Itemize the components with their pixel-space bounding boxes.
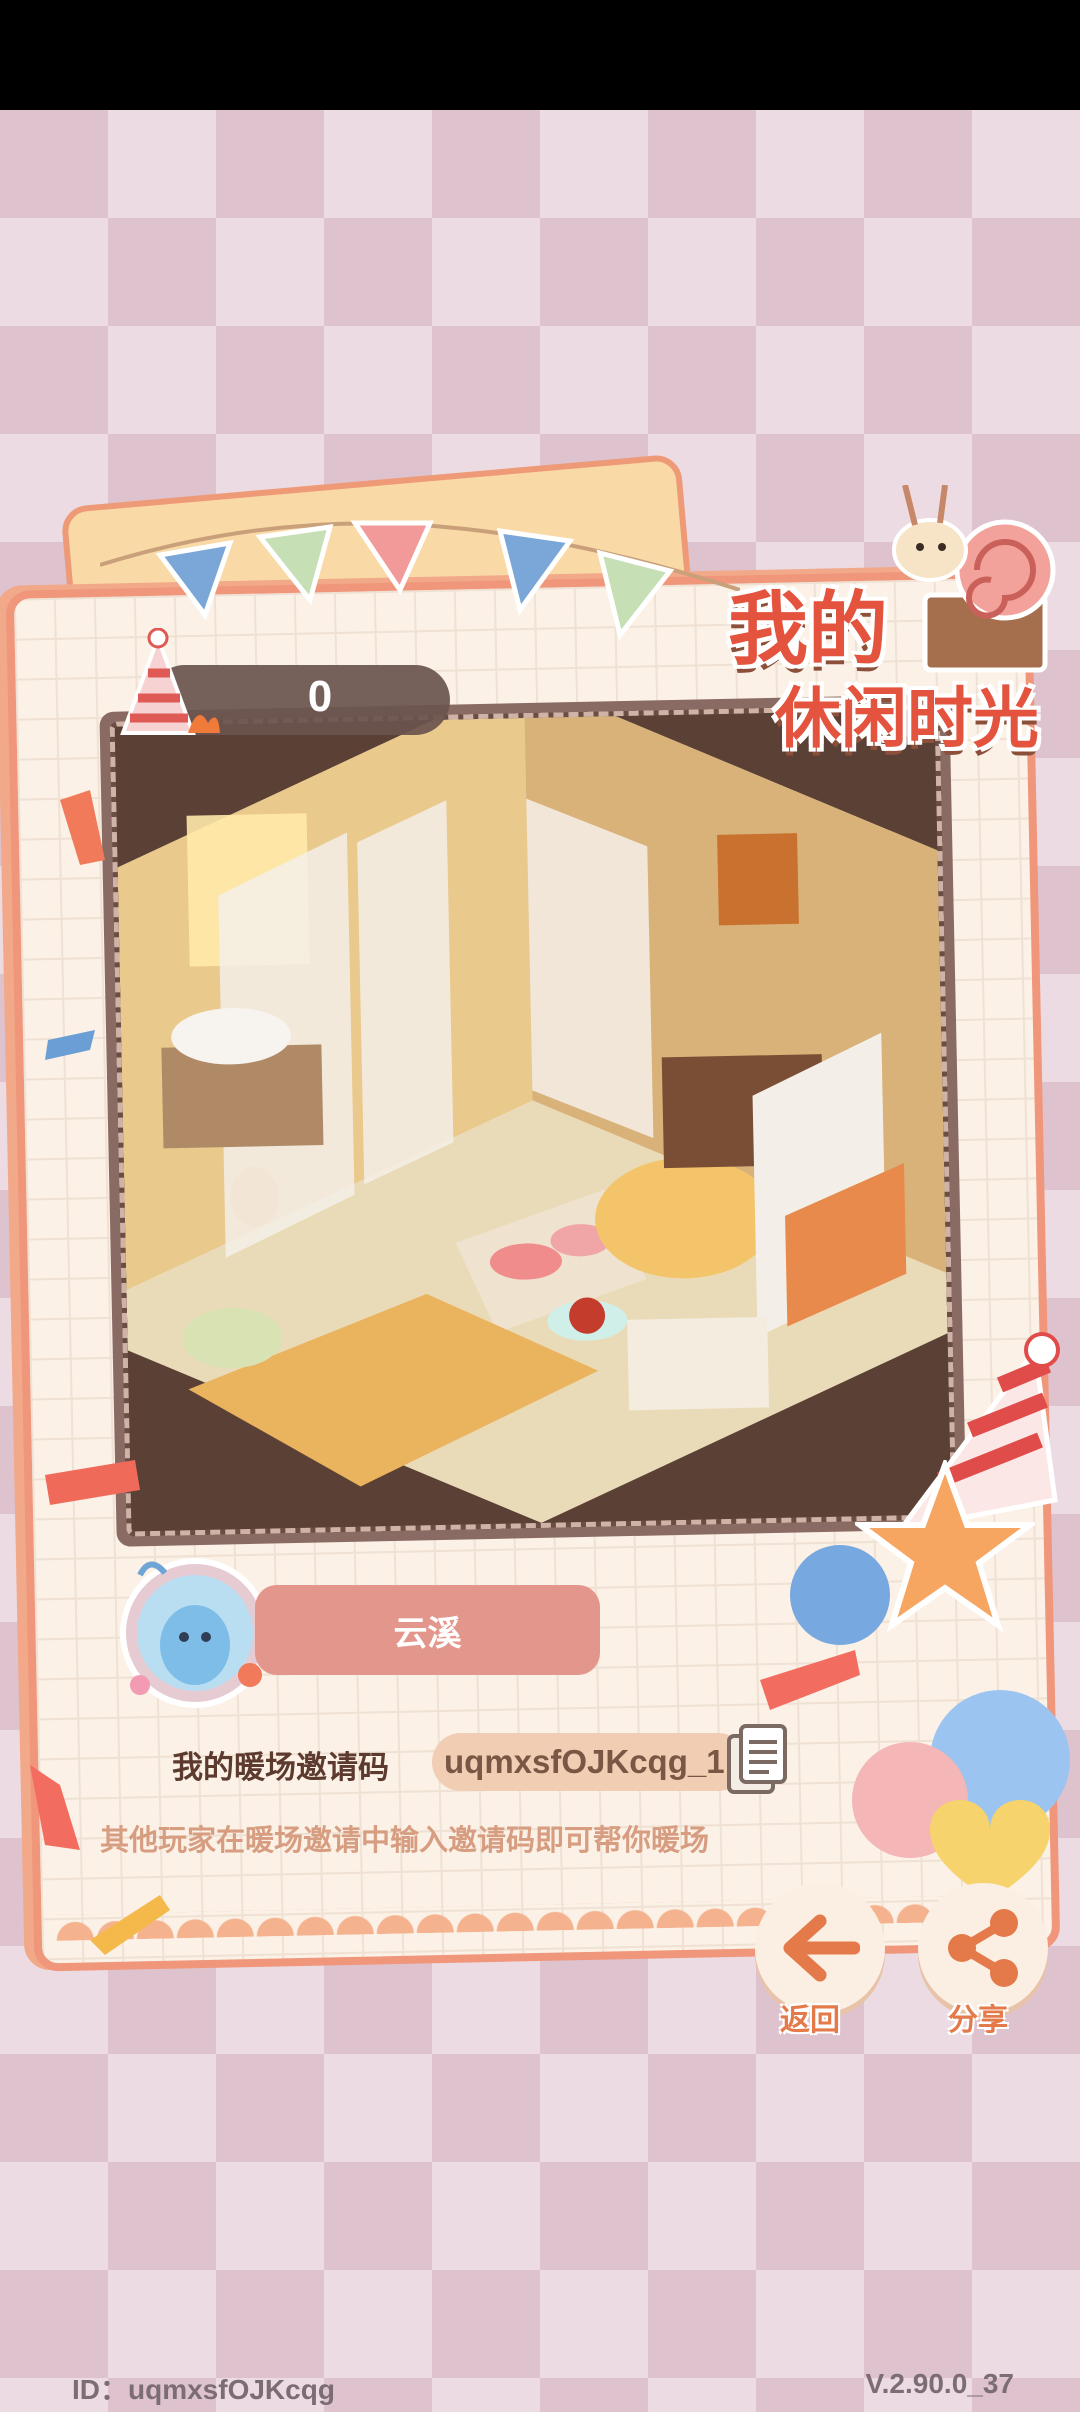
- confetti-piece: [760, 1650, 860, 1710]
- confetti-piece: [45, 1030, 95, 1060]
- player-name: 云溪: [255, 1585, 600, 1675]
- invite-code-label: 我的暖场邀请码: [172, 1750, 389, 1786]
- confetti-piece: [30, 1765, 80, 1850]
- confetti-piece: [45, 1460, 140, 1505]
- room-preview-frame: [99, 694, 967, 1547]
- logo-title-line1: 我的: [728, 585, 888, 674]
- share-icon: [948, 1909, 1018, 1987]
- player-id-text: ID：uqmxsfOJKcqg: [72, 2374, 335, 2405]
- party-hat-icon: [120, 628, 220, 735]
- back-button-label: 返回: [780, 2003, 840, 2038]
- share-button-label: 分享: [948, 2003, 1008, 2038]
- player-avatar[interactable]: [100, 1545, 280, 1715]
- logo-title-line2: 休闲时光: [775, 681, 1039, 755]
- invite-hint-text: 其他玩家在暖场邀请中输入邀请码即可帮你暖场: [100, 1823, 710, 1857]
- score-value: 0: [307, 672, 333, 721]
- back-button[interactable]: [755, 1883, 885, 2013]
- room-illustration: [114, 709, 952, 1532]
- version-text: V.2.90.0_37: [865, 2368, 1014, 2399]
- status-bar: [0, 0, 1080, 110]
- confetti-piece: [90, 1895, 170, 1955]
- copy-icon[interactable]: [725, 1722, 789, 1798]
- share-button[interactable]: [918, 1883, 1048, 2013]
- invite-code-field[interactable]: uqmxsfOJKcqg_1: [432, 1733, 747, 1791]
- back-arrow-icon: [783, 1914, 860, 1982]
- star-decoration: [855, 1460, 1035, 1633]
- confetti-piece: [60, 790, 105, 865]
